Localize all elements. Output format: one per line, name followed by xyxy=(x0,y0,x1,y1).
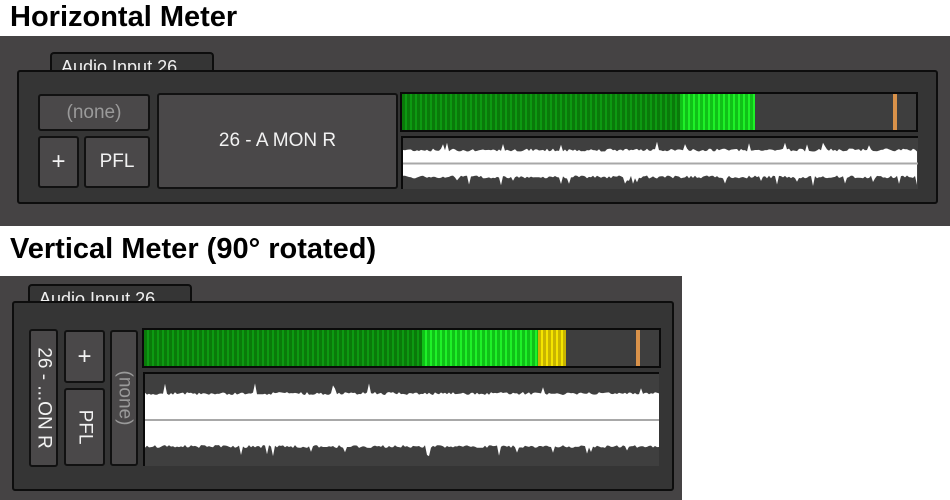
waveform-display xyxy=(143,372,659,466)
waveform-display xyxy=(401,136,918,189)
vertical-meter-heading: Vertical Meter (90° rotated) xyxy=(10,233,377,265)
vertical-meter-panel: Audio Input 26 26 - ...ON R + PFL (none) xyxy=(0,276,682,500)
meter-fill-low xyxy=(144,330,423,366)
meter-fill-mid xyxy=(422,330,538,366)
route-label: (none) xyxy=(114,370,136,426)
route-button[interactable]: (none) xyxy=(110,330,138,466)
peak-hold-marker xyxy=(892,94,897,130)
horizontal-meter-heading: Horizontal Meter xyxy=(10,1,238,33)
channel-name-button[interactable]: 26 - A MON R xyxy=(157,93,398,189)
peak-hold-marker xyxy=(635,330,640,366)
waveform-graph xyxy=(403,141,918,186)
add-button[interactable]: + xyxy=(38,136,79,188)
waveform-graph xyxy=(145,383,659,457)
channel-name-button[interactable]: 26 - ...ON R xyxy=(29,329,58,467)
meter-fill-high xyxy=(537,330,567,366)
add-button[interactable]: + xyxy=(64,330,105,383)
level-meter xyxy=(400,92,918,132)
pfl-label: PFL xyxy=(74,409,96,445)
pfl-button[interactable]: PFL xyxy=(64,388,105,466)
horizontal-meter-panel: Audio Input 26 (none) + PFL 26 - A MON R xyxy=(0,36,950,226)
meter-fill-low xyxy=(402,94,680,130)
route-button[interactable]: (none) xyxy=(38,94,150,131)
pfl-button[interactable]: PFL xyxy=(84,136,150,188)
level-meter xyxy=(142,328,661,368)
meter-fill-mid xyxy=(679,94,756,130)
channel-name-label: 26 - ...ON R xyxy=(33,347,55,449)
